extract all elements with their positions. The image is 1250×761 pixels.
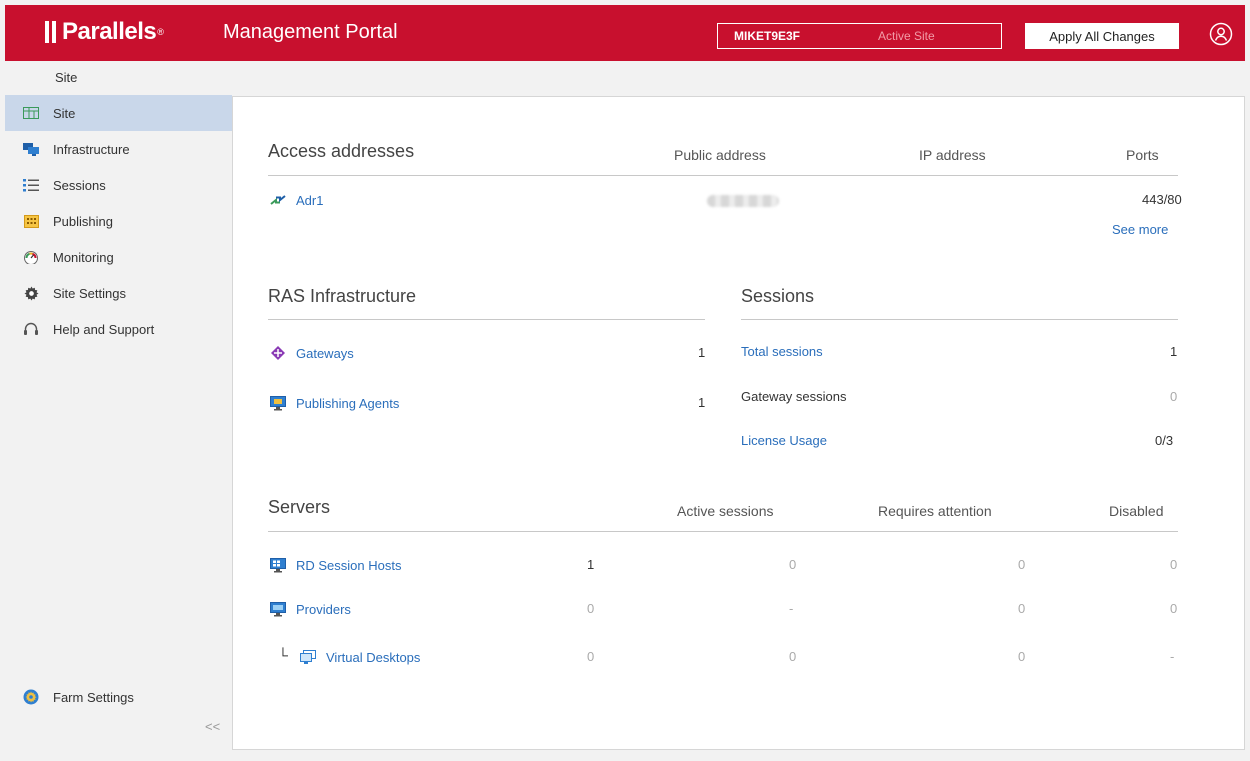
list-icon bbox=[23, 177, 39, 193]
server-row-name: Providers bbox=[296, 601, 351, 617]
total-sessions-link[interactable]: Total sessions bbox=[741, 344, 823, 359]
sidebar-item-monitoring[interactable]: Monitoring bbox=[5, 239, 232, 275]
see-more-link[interactable]: See more bbox=[1112, 222, 1168, 237]
server-row-attention: 0 bbox=[1018, 601, 1026, 616]
sidebar-item-label: Farm Settings bbox=[53, 689, 134, 705]
server-row-name: RD Session Hosts bbox=[296, 557, 402, 573]
server-row-count: 0 bbox=[587, 649, 595, 664]
logo-bars-icon bbox=[45, 21, 56, 43]
sidebar-item-help-support[interactable]: Help and Support bbox=[5, 311, 232, 347]
gateway-sessions-value: 0 bbox=[1170, 389, 1178, 404]
server-row-attention: 0 bbox=[1018, 649, 1026, 664]
gateway-diamond-icon bbox=[270, 345, 286, 361]
sidebar-item-label: Publishing bbox=[53, 213, 113, 229]
sidebar-item-site-settings[interactable]: Site Settings bbox=[5, 275, 232, 311]
publishing-agents-label: Publishing Agents bbox=[296, 395, 400, 411]
access-address-name: Adr1 bbox=[296, 192, 324, 208]
sidebar-item-label: Site Settings bbox=[53, 285, 126, 301]
gauge-icon bbox=[23, 249, 39, 265]
server-row-name: Virtual Desktops bbox=[326, 649, 421, 665]
server-row-count: 1 bbox=[587, 557, 595, 572]
sidebar-item-farm-settings[interactable]: Farm Settings bbox=[5, 679, 232, 715]
sidebar: Site Infrastructure Sessions Publishing … bbox=[5, 95, 232, 750]
rd-session-host-icon bbox=[270, 557, 286, 573]
divider bbox=[741, 319, 1178, 320]
gateways-label: Gateways bbox=[296, 345, 354, 361]
access-address-link-adr1[interactable]: Adr1 bbox=[270, 192, 323, 208]
servers-heading: Servers bbox=[268, 497, 331, 517]
license-usage-value: 0/3 bbox=[1155, 433, 1174, 448]
publishing-agents-count: 1 bbox=[698, 395, 706, 410]
headset-icon bbox=[23, 321, 39, 337]
server-row-attention: 0 bbox=[1018, 557, 1026, 572]
license-usage-link[interactable]: License Usage bbox=[741, 433, 827, 448]
col-ip-address: IP address bbox=[919, 147, 986, 163]
site-name: MIKET9E3F bbox=[734, 29, 801, 43]
site-grid-icon bbox=[23, 105, 39, 121]
server-row-active: - bbox=[789, 601, 794, 616]
publishing-agents-link[interactable]: Publishing Agents bbox=[270, 395, 399, 411]
collapse-sidebar-button[interactable]: << bbox=[205, 719, 220, 734]
col-disabled: Disabled bbox=[1109, 503, 1164, 519]
publishing-grid-icon bbox=[23, 213, 39, 229]
access-addresses-heading: Access addresses bbox=[268, 141, 415, 161]
divider bbox=[268, 175, 1178, 176]
server-row-disabled: 0 bbox=[1170, 557, 1178, 572]
gateways-count: 1 bbox=[698, 345, 706, 360]
sidebar-item-label: Site bbox=[53, 105, 76, 121]
divider bbox=[268, 531, 1178, 532]
sidebar-item-label: Monitoring bbox=[53, 249, 114, 265]
monitors-icon bbox=[23, 141, 39, 157]
sidebar-item-label: Sessions bbox=[53, 177, 106, 193]
server-row-disabled: 0 bbox=[1170, 601, 1178, 616]
col-requires-attention: Requires attention bbox=[878, 503, 992, 519]
server-row-active: 0 bbox=[789, 557, 797, 572]
main-panel: Access addresses Public address IP addre… bbox=[232, 96, 1245, 750]
user-account-icon[interactable] bbox=[1209, 22, 1233, 46]
col-ports: Ports bbox=[1126, 147, 1159, 163]
virtual-desktop-icon bbox=[300, 649, 316, 665]
gateway-sessions-label: Gateway sessions bbox=[741, 389, 847, 404]
arrows-exchange-icon bbox=[270, 192, 286, 208]
public-address-redacted bbox=[707, 195, 779, 207]
portal-title: Management Portal bbox=[223, 21, 398, 43]
top-bar: Parallels ® Management Portal MIKET9E3F A… bbox=[5, 5, 1245, 61]
parallels-logo: Parallels ® bbox=[45, 18, 164, 46]
server-row-count: 0 bbox=[587, 601, 595, 616]
apply-all-changes-button[interactable]: Apply All Changes bbox=[1025, 23, 1179, 49]
server-row-active: 0 bbox=[789, 649, 797, 664]
publishing-agent-monitor-icon bbox=[270, 395, 286, 411]
sidebar-item-sessions[interactable]: Sessions bbox=[5, 167, 232, 203]
rd-session-hosts-link[interactable]: RD Session Hosts bbox=[270, 557, 401, 573]
server-row-disabled: - bbox=[1170, 649, 1175, 664]
sidebar-item-site[interactable]: Site bbox=[5, 95, 232, 131]
breadcrumb: Site bbox=[55, 70, 78, 85]
sidebar-item-label: Infrastructure bbox=[53, 141, 130, 157]
sidebar-item-publishing[interactable]: Publishing bbox=[5, 203, 232, 239]
site-status: Active Site bbox=[878, 29, 935, 43]
providers-link[interactable]: Providers bbox=[270, 601, 351, 617]
brand-name: Parallels bbox=[62, 18, 157, 45]
tree-branch-icon: └ bbox=[278, 647, 288, 663]
divider bbox=[268, 319, 705, 320]
sidebar-item-infrastructure[interactable]: Infrastructure bbox=[5, 131, 232, 167]
provider-icon bbox=[270, 601, 286, 617]
gear-icon bbox=[23, 285, 39, 301]
site-selector[interactable]: MIKET9E3F Active Site bbox=[717, 23, 1002, 49]
sessions-heading: Sessions bbox=[741, 286, 815, 306]
gateways-link[interactable]: Gateways bbox=[270, 345, 354, 361]
access-ports-value: 443/80 bbox=[1142, 192, 1182, 207]
ras-infrastructure-heading: RAS Infrastructure bbox=[268, 286, 417, 306]
sidebar-item-label: Help and Support bbox=[53, 321, 155, 337]
total-sessions-value: 1 bbox=[1170, 344, 1178, 359]
farm-gear-icon bbox=[23, 689, 39, 705]
virtual-desktops-link[interactable]: Virtual Desktops bbox=[300, 649, 420, 665]
col-public-address: Public address bbox=[674, 147, 766, 163]
col-active-sessions: Active sessions bbox=[677, 503, 774, 519]
